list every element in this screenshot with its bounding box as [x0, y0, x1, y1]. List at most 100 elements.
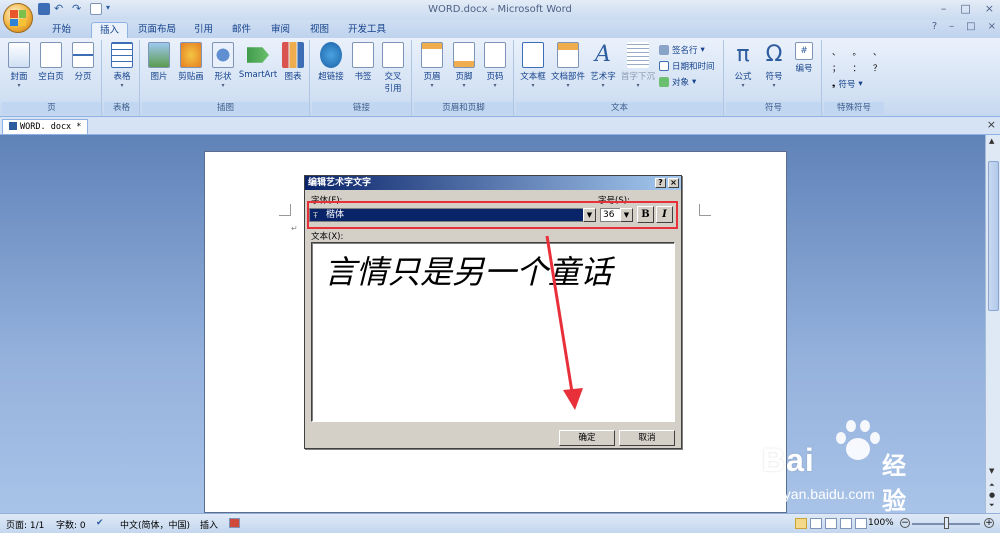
- page-count[interactable]: 页面: 1/1: [6, 518, 44, 531]
- symbol-dropdown-button[interactable]: ❟ 符号 ▾: [832, 78, 863, 90]
- maximize-button[interactable]: □: [960, 2, 970, 15]
- wordart-text: 言情只是另一个童话: [324, 253, 613, 291]
- draft-view-icon[interactable]: [855, 518, 867, 529]
- highlight-box: [307, 201, 678, 229]
- scroll-thumb[interactable]: [988, 161, 999, 311]
- ribbon-restore-button[interactable]: □: [966, 21, 975, 32]
- zoom-out-icon[interactable]: −: [900, 518, 910, 528]
- full-screen-reading-view-icon[interactable]: [810, 518, 822, 529]
- word-count[interactable]: 字数: 0: [56, 518, 86, 531]
- group-table: 表格 ▾ 表格: [104, 40, 140, 115]
- vertical-scrollbar[interactable]: ▲ ▼ ⏶ ● ⏷: [985, 135, 1000, 513]
- page-break-button[interactable]: 分页: [68, 42, 98, 82]
- proofing-icon[interactable]: ✔: [96, 518, 104, 528]
- title-bar: ↶ ↷ ▾ WORD.docx - Microsoft Word – □ ×: [0, 0, 1000, 33]
- tab-insert[interactable]: 插入: [91, 22, 129, 38]
- symbol-comma[interactable]: 、: [832, 46, 841, 58]
- object-button[interactable]: 对象 ▾: [659, 76, 696, 88]
- symbol-mark[interactable]: 、: [873, 46, 882, 58]
- zoom-level[interactable]: 100%: [868, 518, 894, 528]
- group-links: 超链接 书签 交叉 引用 链接: [312, 40, 412, 115]
- cover-page-icon: [8, 42, 30, 68]
- margin-mark-right: [699, 204, 711, 216]
- chart-button[interactable]: 图表: [278, 42, 308, 82]
- office-button[interactable]: [3, 3, 33, 33]
- scroll-up-icon[interactable]: ▲: [989, 137, 994, 145]
- ribbon-tabs: 开始 插入 页面布局 引用 邮件 审阅 视图 开发工具: [0, 20, 1000, 38]
- document-tab[interactable]: WORD. docx *: [2, 119, 89, 134]
- minimize-button[interactable]: –: [941, 2, 947, 15]
- symbol-button[interactable]: Ω 符号 ▾: [759, 42, 789, 89]
- wordart-text-area[interactable]: 言情只是另一个童话: [311, 242, 675, 422]
- group-pages: 封面 ▾ 空白页 分页 页: [2, 40, 102, 115]
- zoom-in-icon[interactable]: +: [984, 518, 994, 528]
- tab-developer[interactable]: 开发工具: [348, 22, 386, 38]
- shapes-button[interactable]: 形状 ▾: [208, 42, 238, 89]
- group-label-symbols: 符号: [726, 102, 821, 114]
- symbol-question[interactable]: ？: [873, 62, 882, 74]
- page-number-icon: [484, 42, 506, 68]
- wordart-button[interactable]: A 艺术字 ▾: [588, 42, 618, 89]
- tab-page-layout[interactable]: 页面布局: [138, 22, 176, 38]
- prev-page-icon[interactable]: ⏶: [989, 481, 995, 490]
- web-layout-view-icon[interactable]: [825, 518, 837, 529]
- tab-review[interactable]: 审阅: [271, 22, 290, 38]
- tab-mailings[interactable]: 邮件: [232, 22, 251, 38]
- cancel-button[interactable]: 取消: [619, 430, 675, 446]
- tab-view[interactable]: 视图: [310, 22, 329, 38]
- signature-line-icon: [659, 45, 669, 55]
- dialog-title: 编辑艺术字文字: [305, 176, 681, 190]
- ribbon-close-button[interactable]: ×: [988, 21, 996, 32]
- group-label-header-footer: 页眉和页脚: [414, 102, 513, 114]
- edit-wordart-dialog: 编辑艺术字文字 ? × 字体(F): 字号(S): Ŧ 楷体 ▼ 36 ▼ B I…: [304, 175, 682, 449]
- document-close-icon[interactable]: ×: [987, 118, 996, 131]
- outline-view-icon[interactable]: [840, 518, 852, 529]
- scroll-down-icon[interactable]: ▼: [989, 467, 994, 475]
- drop-cap-button[interactable]: 首字下沉 ▾: [620, 42, 656, 89]
- group-label-special-symbols: 特殊符号: [824, 102, 884, 114]
- date-time-button[interactable]: 日期和时间: [659, 60, 715, 72]
- window-title: WORD.docx - Microsoft Word: [428, 4, 572, 15]
- insert-mode[interactable]: 插入: [200, 518, 218, 531]
- bookmark-button[interactable]: 书签: [348, 42, 378, 82]
- blank-page-button[interactable]: 空白页: [36, 42, 66, 82]
- ribbon-minimize-button[interactable]: –: [949, 21, 954, 32]
- paragraph-mark-icon: ↵: [291, 224, 298, 233]
- equation-button[interactable]: π 公式 ▾: [728, 42, 758, 89]
- dialog-close-button[interactable]: ×: [668, 178, 679, 188]
- dialog-help-button[interactable]: ?: [655, 178, 666, 188]
- picture-button[interactable]: 图片: [144, 42, 174, 82]
- symbol-semicolon[interactable]: ；: [832, 62, 841, 74]
- header-button[interactable]: 页眉 ▾: [417, 42, 447, 89]
- tab-references[interactable]: 引用: [194, 22, 213, 38]
- smartart-icon: [247, 47, 269, 63]
- symbol-period[interactable]: 。: [853, 46, 862, 58]
- status-bar: 页面: 1/1 字数: 0 ✔ 中文(简体，中国) 插入 100% − +: [0, 513, 1000, 533]
- ok-button[interactable]: 确定: [559, 430, 615, 446]
- footer-button[interactable]: 页脚 ▾: [449, 42, 479, 89]
- text-box-button[interactable]: 文本框 ▾: [518, 42, 548, 89]
- zoom-slider-thumb[interactable]: [944, 517, 949, 529]
- cross-reference-button[interactable]: 交叉 引用: [378, 42, 408, 94]
- browse-object-icon[interactable]: ●: [989, 491, 995, 499]
- table-button[interactable]: 表格 ▾: [107, 42, 137, 89]
- page-number-button[interactable]: 页码 ▾: [480, 42, 510, 89]
- print-layout-view-icon[interactable]: [795, 518, 807, 529]
- dialog-title-buttons: ? ×: [655, 178, 679, 188]
- next-page-icon[interactable]: ⏷: [989, 501, 995, 510]
- numbering-button[interactable]: # 编号: [789, 42, 819, 74]
- signature-line-button[interactable]: 签名行 ▾: [659, 44, 705, 56]
- symbol-colon[interactable]: ：: [853, 62, 862, 74]
- cross-reference-icon: [382, 42, 404, 68]
- cover-page-button[interactable]: 封面 ▾: [4, 42, 34, 89]
- hyperlink-button[interactable]: 超链接: [316, 42, 346, 82]
- tab-home[interactable]: 开始: [52, 22, 71, 38]
- help-icon[interactable]: ?: [932, 21, 937, 32]
- clip-art-button[interactable]: 剪贴画: [176, 42, 206, 82]
- smartart-button[interactable]: SmartArt: [238, 42, 278, 80]
- group-label-pages: 页: [2, 102, 101, 114]
- close-button[interactable]: ×: [985, 2, 994, 15]
- quick-parts-button[interactable]: 文档部件 ▾: [550, 42, 586, 89]
- language-status[interactable]: 中文(简体，中国): [120, 518, 190, 531]
- macro-record-icon[interactable]: [229, 518, 240, 528]
